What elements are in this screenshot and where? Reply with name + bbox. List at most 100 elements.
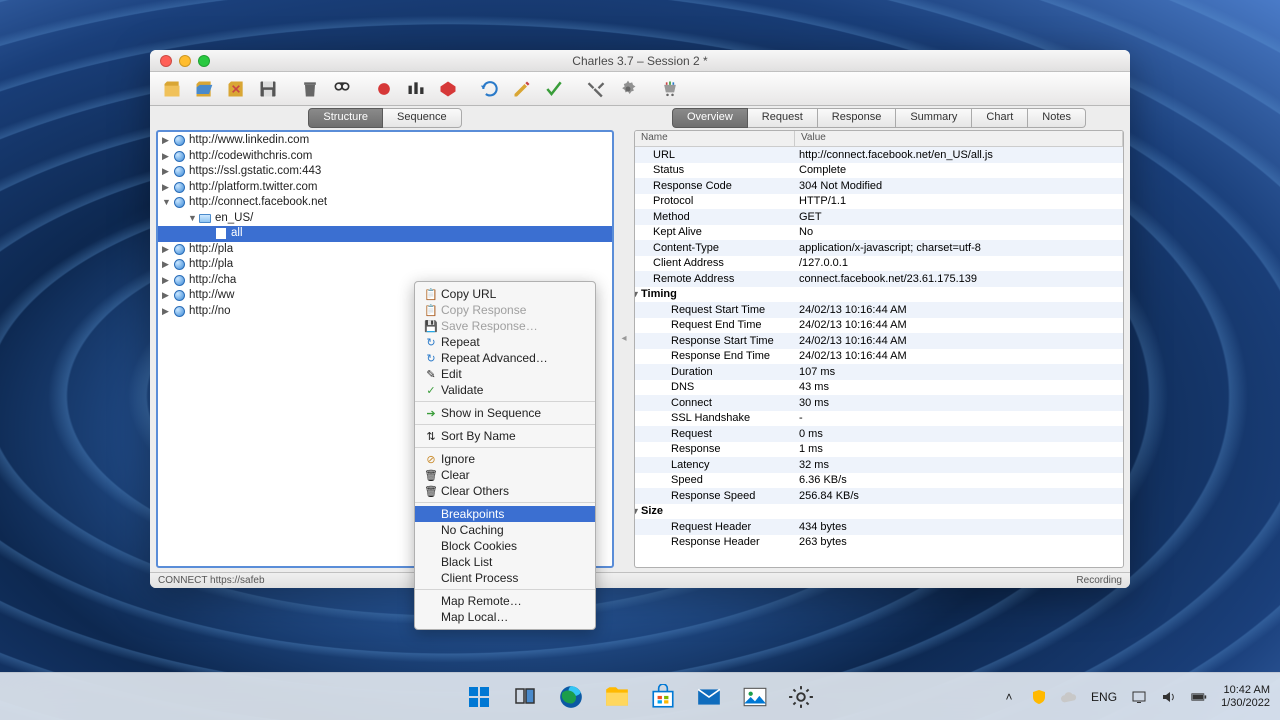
cm-repeat[interactable]: ↻Repeat <box>415 334 595 350</box>
edit-button[interactable] <box>508 76 536 102</box>
tab-overview[interactable]: Overview <box>672 108 748 128</box>
tree-host[interactable]: ▶http://codewithchris.com <box>158 149 612 165</box>
cm-clear-others[interactable]: 🗑Clear Others <box>415 483 595 499</box>
tree-host[interactable]: ▶http://pla <box>158 257 612 273</box>
cm-validate[interactable]: ✓Validate <box>415 382 595 398</box>
column-value[interactable]: Value <box>795 131 1123 146</box>
cm-ignore[interactable]: ⊘Ignore <box>415 451 595 467</box>
repeat-button[interactable] <box>476 76 504 102</box>
overview-row[interactable]: Client Address/127.0.0.1 <box>635 256 1123 272</box>
overview-row[interactable]: Response Speed256.84 KB/s <box>635 488 1123 504</box>
overview-row[interactable]: Response Code304 Not Modified <box>635 178 1123 194</box>
settings-button[interactable] <box>614 76 642 102</box>
zoom-window-button[interactable] <box>198 55 210 67</box>
tray-onedrive-icon[interactable] <box>1061 689 1077 705</box>
overview-row[interactable]: MethodGET <box>635 209 1123 225</box>
tree-file-selected[interactable]: all <box>158 226 612 242</box>
overview-row[interactable]: Response Start Time24/02/13 10:16:44 AM <box>635 333 1123 349</box>
overview-row[interactable]: ▼Size <box>635 504 1123 520</box>
close-session-button[interactable] <box>222 76 250 102</box>
task-view-button[interactable] <box>505 677 545 717</box>
overview-row[interactable]: DNS43 ms <box>635 380 1123 396</box>
overview-row[interactable]: Content-Typeapplication/x-javascript; ch… <box>635 240 1123 256</box>
tray-volume-icon[interactable] <box>1161 689 1177 705</box>
minimize-window-button[interactable] <box>179 55 191 67</box>
tray-clock[interactable]: 10:42 AM 1/30/2022 <box>1221 684 1270 710</box>
pane-divider[interactable]: ◂ <box>618 108 630 568</box>
overview-row[interactable]: SSL Handshake- <box>635 411 1123 427</box>
open-session-button[interactable] <box>190 76 218 102</box>
cm-copy-url[interactable]: 📋Copy URL <box>415 286 595 302</box>
tree-host[interactable]: ▶http://www.linkedin.com <box>158 133 612 149</box>
tab-sequence[interactable]: Sequence <box>383 108 462 128</box>
tab-chart[interactable]: Chart <box>972 108 1028 128</box>
clear-session-button[interactable] <box>296 76 324 102</box>
tab-request[interactable]: Request <box>748 108 818 128</box>
close-window-button[interactable] <box>160 55 172 67</box>
settings-button[interactable] <box>781 677 821 717</box>
overview-row[interactable]: Request Header434 bytes <box>635 519 1123 535</box>
overview-row[interactable]: Kept AliveNo <box>635 225 1123 241</box>
overview-name: Request Start Time <box>635 304 795 316</box>
tray-network-icon[interactable] <box>1131 689 1147 705</box>
cm-breakpoints[interactable]: Breakpoints <box>415 506 595 522</box>
photos-button[interactable] <box>735 677 775 717</box>
titlebar[interactable]: Charles 3.7 – Session 2 * <box>150 50 1130 72</box>
cm-client-process[interactable]: Client Process <box>415 570 595 586</box>
find-button[interactable] <box>328 76 356 102</box>
overview-row[interactable]: ProtocolHTTP/1.1 <box>635 194 1123 210</box>
edge-button[interactable] <box>551 677 591 717</box>
overview-row[interactable]: Response Header263 bytes <box>635 535 1123 551</box>
tab-notes[interactable]: Notes <box>1028 108 1086 128</box>
tree-folder[interactable]: ▼en_US/ <box>158 211 612 227</box>
tray-security-icon[interactable] <box>1031 689 1047 705</box>
tray-battery-icon[interactable] <box>1191 689 1207 705</box>
overview-row[interactable]: Duration107 ms <box>635 364 1123 380</box>
tray-chevron-icon[interactable]: ˄ <box>1001 689 1017 705</box>
overview-row[interactable]: Latency32 ms <box>635 457 1123 473</box>
overview-row[interactable]: URLhttp://connect.facebook.net/en_US/all… <box>635 147 1123 163</box>
cm-black-list[interactable]: Black List <box>415 554 595 570</box>
overview-row[interactable]: Speed6.36 KB/s <box>635 473 1123 489</box>
column-name[interactable]: Name <box>635 131 795 146</box>
tree-host[interactable]: ▶http://platform.twitter.com <box>158 180 612 196</box>
save-session-button[interactable] <box>254 76 282 102</box>
file-explorer-button[interactable] <box>597 677 637 717</box>
tab-response[interactable]: Response <box>818 108 897 128</box>
cm-clear[interactable]: 🗑Clear <box>415 467 595 483</box>
record-button[interactable] <box>370 76 398 102</box>
tab-summary[interactable]: Summary <box>896 108 972 128</box>
tree-host[interactable]: ▼http://connect.facebook.net <box>158 195 612 211</box>
cm-map-local[interactable]: Map Local… <box>415 609 595 625</box>
cm-map-remote[interactable]: Map Remote… <box>415 593 595 609</box>
tab-structure[interactable]: Structure <box>308 108 383 128</box>
overview-row[interactable]: ▼Timing <box>635 287 1123 303</box>
start-button[interactable] <box>459 677 499 717</box>
cm-edit[interactable]: ✎Edit <box>415 366 595 382</box>
tools-button[interactable] <box>582 76 610 102</box>
breakpoints-button[interactable] <box>434 76 462 102</box>
cm-repeat-advanced[interactable]: ↻Repeat Advanced… <box>415 350 595 366</box>
purchase-button[interactable] <box>656 76 684 102</box>
tray-language[interactable]: ENG <box>1091 690 1117 704</box>
cm-sort-by-name[interactable]: ⇅Sort By Name <box>415 428 595 444</box>
overview-row[interactable]: Remote Addressconnect.facebook.net/23.61… <box>635 271 1123 287</box>
overview-table[interactable]: URLhttp://connect.facebook.net/en_US/all… <box>635 147 1123 550</box>
overview-row[interactable]: Request0 ms <box>635 426 1123 442</box>
overview-row[interactable]: Response End Time24/02/13 10:16:44 AM <box>635 349 1123 365</box>
cm-show-in-sequence[interactable]: ➔Show in Sequence <box>415 405 595 421</box>
overview-row[interactable]: Request End Time24/02/13 10:16:44 AM <box>635 318 1123 334</box>
overview-row[interactable]: Request Start Time24/02/13 10:16:44 AM <box>635 302 1123 318</box>
cm-no-caching[interactable]: No Caching <box>415 522 595 538</box>
tree-host[interactable]: ▶http://pla <box>158 242 612 258</box>
new-session-button[interactable] <box>158 76 186 102</box>
validate-button[interactable] <box>540 76 568 102</box>
tree-host[interactable]: ▶https://ssl.gstatic.com:443 <box>158 164 612 180</box>
overview-row[interactable]: Response1 ms <box>635 442 1123 458</box>
overview-row[interactable]: Connect30 ms <box>635 395 1123 411</box>
mail-button[interactable] <box>689 677 729 717</box>
overview-row[interactable]: StatusComplete <box>635 163 1123 179</box>
cm-block-cookies[interactable]: Block Cookies <box>415 538 595 554</box>
store-button[interactable] <box>643 677 683 717</box>
throttle-button[interactable] <box>402 76 430 102</box>
